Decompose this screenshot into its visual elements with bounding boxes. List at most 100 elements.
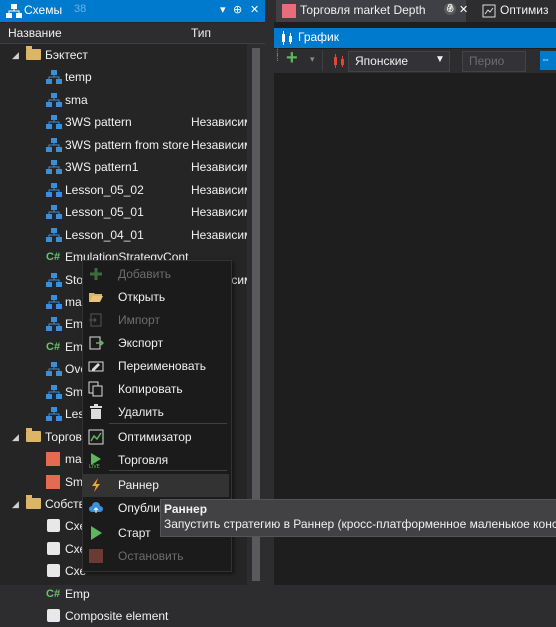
schema-icon <box>46 92 62 107</box>
tab-close-icon[interactable]: ✕ <box>459 3 468 16</box>
menu-item-label: Импорт <box>118 313 160 327</box>
chart-area <box>266 0 556 585</box>
menu-item[interactable]: Оптимизатор <box>83 426 229 449</box>
menu-item[interactable]: Открыть <box>83 286 229 309</box>
tooltip-text: Запустить стратегию в Раннер (кросс-плат… <box>164 517 556 531</box>
market-depth-icon <box>46 474 60 489</box>
menu-item[interactable]: LIVE Торговля <box>83 449 229 472</box>
candle-style-select[interactable]: Японские ▼ <box>348 51 450 72</box>
tree-item-row[interactable]: temp <box>0 66 247 88</box>
schema-icon <box>46 182 62 197</box>
puzzle-icon <box>47 609 60 623</box>
tree-item-row[interactable]: sma <box>0 89 247 111</box>
optimizer-tab-icon <box>482 4 496 18</box>
schema-icon <box>46 115 62 130</box>
menu-item[interactable]: Переименовать <box>83 355 229 378</box>
tree-item-row[interactable]: C# Emp <box>0 583 247 605</box>
menu-item[interactable]: Копировать <box>83 378 229 401</box>
csharp-icon: C# <box>46 587 61 600</box>
trash-icon <box>90 404 102 419</box>
tab-market-depth[interactable]: Торговля market Depth ? <box>276 0 466 22</box>
candle-style-value: Японские <box>355 54 409 68</box>
tree-folder-row[interactable]: ◢ Бэктест <box>0 44 247 66</box>
schema-icon <box>46 362 62 377</box>
menu-item[interactable]: Раннер <box>83 474 229 497</box>
puzzle-icon <box>47 519 60 533</box>
schema-icon <box>46 205 62 220</box>
menu-item-label: Оптимизатор <box>118 430 192 444</box>
schema-icon <box>46 227 62 242</box>
expand-arrow-icon[interactable]: ◢ <box>12 44 22 66</box>
tree-item-label: 3WS pattern1 <box>65 160 139 175</box>
puzzle-icon <box>47 564 60 578</box>
stop-icon <box>89 549 103 563</box>
menu-item-label: Торговля <box>118 453 169 467</box>
add-element-button[interactable]: + <box>286 47 298 70</box>
toolbar-divider <box>322 51 323 71</box>
chart-panel-header: График <box>274 28 556 48</box>
close-icon[interactable]: ✕ <box>250 3 259 16</box>
import-icon <box>89 313 102 327</box>
folder-icon <box>26 495 41 509</box>
tab-optimizer[interactable]: Оптимиз <box>470 0 556 22</box>
schema-icon <box>46 272 62 287</box>
tree-item-row[interactable]: Composite element <box>0 605 247 627</box>
period-select[interactable]: Перио <box>462 51 526 72</box>
toggle-button[interactable]: ⇔ <box>540 51 556 70</box>
column-type-header[interactable]: Тип <box>191 26 211 40</box>
play-icon <box>91 526 102 540</box>
puzzle-icon <box>47 541 60 555</box>
schema-icon <box>6 4 22 18</box>
tree-item-label: Lesson_05_01 <box>65 205 144 220</box>
menu-item-label: Экспорт <box>118 336 164 350</box>
tooltip-title: Раннер <box>164 502 208 516</box>
tree-item-type: Независим <box>191 160 247 175</box>
tree-item-label: 3WS pattern <box>65 115 132 130</box>
candles-style-icon <box>334 54 344 68</box>
folder-open-icon <box>89 293 103 302</box>
tree-item-row[interactable]: Lesson_04_01 Независим <box>0 224 247 246</box>
tree-item-type: Независим <box>191 205 247 220</box>
menu-item: Остановить <box>83 545 229 568</box>
tree-item-label: ma <box>65 294 82 309</box>
schema-icon <box>46 294 62 309</box>
schemas-count-badge: 38 <box>74 3 87 15</box>
tree-item-label: Собств <box>45 497 85 511</box>
market-depth-icon <box>46 452 60 467</box>
expand-arrow-icon[interactable]: ◢ <box>12 493 22 515</box>
column-name-header[interactable]: Название <box>8 26 62 40</box>
tree-column-header: Название Тип <box>0 23 265 44</box>
market-depth-icon <box>282 4 296 18</box>
grip-icon[interactable]: ⁞ ⁞ <box>276 49 279 64</box>
tree-item-type: Независим <box>191 227 247 242</box>
menu-item[interactable]: Экспорт <box>83 332 229 355</box>
tree-item-type: Независим <box>191 115 247 130</box>
pin-icon[interactable]: ⊕ <box>233 3 242 16</box>
tree-item-label: Бэктест <box>45 48 88 62</box>
menu-item-label: Старт <box>118 526 151 540</box>
menu-item-label: Раннер <box>118 478 159 492</box>
period-value: Перио <box>469 54 505 68</box>
tab-label: Торговля market Depth <box>300 3 426 17</box>
plus-icon <box>90 268 102 280</box>
rename-icon <box>88 361 104 372</box>
chevron-down-icon[interactable]: ▾ <box>310 54 315 65</box>
tree-item-row[interactable]: 3WS pattern1 Независим <box>0 156 247 178</box>
chevron-down-icon[interactable]: ▾ <box>220 3 226 16</box>
csharp-icon: C# <box>46 340 61 353</box>
tree-item-row[interactable]: 3WS pattern from store Независим <box>0 134 247 156</box>
menu-item-label: Переименовать <box>118 359 206 373</box>
tree-item-row[interactable]: Lesson_05_01 Независим <box>0 201 247 223</box>
tree-item-row[interactable]: Lesson_05_02 Независим <box>0 179 247 201</box>
tree-item-label: sma <box>65 92 88 107</box>
tab-pin-icon[interactable]: ⊕ <box>446 4 454 15</box>
tab-label: Оптимиз <box>500 3 549 17</box>
tree-item-type: Независим <box>191 137 247 152</box>
schemas-panel-tab[interactable]: Схемы 38 ▾ ⊕ ✕ <box>0 0 265 22</box>
tree-item-label: temp <box>65 70 92 85</box>
expand-arrow-icon[interactable]: ◢ <box>12 426 22 448</box>
tree-item-type: Независим <box>191 182 247 197</box>
tree-item-row[interactable]: 3WS pattern Независим <box>0 111 247 133</box>
chevron-down-icon: ▼ <box>435 54 445 65</box>
menu-item[interactable]: Удалить <box>83 401 229 424</box>
